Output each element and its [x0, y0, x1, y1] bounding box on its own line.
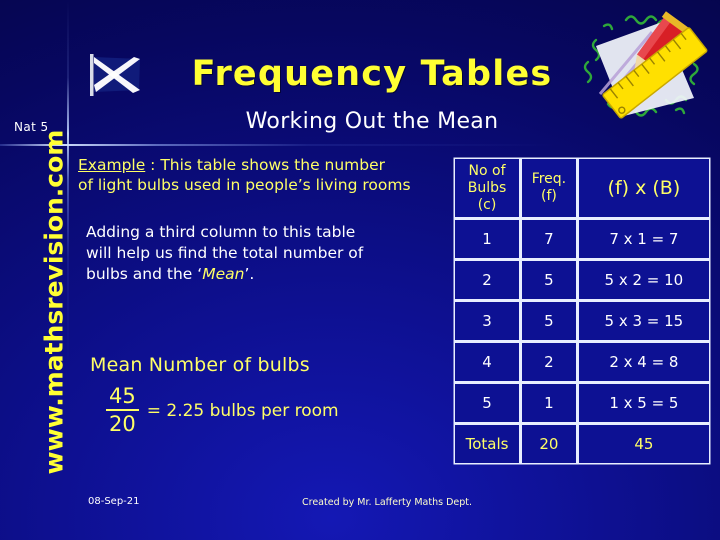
note-line3-after: ’.: [244, 265, 255, 283]
footer-credit: Created by Mr. Lafferty Maths Dept.: [302, 497, 473, 508]
cell-product: 1 x 5 = 5: [578, 384, 709, 422]
example-line2: of light bulbs used in people’s living r…: [78, 176, 411, 194]
slide-canvas: Nat 5 Frequency Tables Working Out the M…: [0, 0, 720, 540]
frequency-table: No of Bulbs (c) Freq. (f) (f) x (B) 1 7 …: [452, 156, 712, 466]
example-line1: This table shows the number: [160, 156, 386, 174]
site-watermark: www.mathsrevision.com: [39, 129, 69, 475]
header-bulbs-line1: No of: [468, 162, 506, 179]
note-text: Adding a third column to this table will…: [86, 222, 446, 285]
example-separator: :: [145, 156, 161, 174]
table-row: 4 2 2 x 4 = 8: [455, 343, 709, 381]
table-row: 3 5 5 x 3 = 15: [455, 302, 709, 340]
cell-bulbs: 3: [455, 302, 520, 340]
fraction-bar: [106, 409, 139, 411]
cell-freq: 2: [522, 343, 576, 381]
cell-freq: 5: [522, 261, 576, 299]
totals-freq: 20: [522, 425, 576, 463]
page-title: Frequency Tables: [191, 54, 553, 94]
totals-label: Totals: [455, 425, 520, 463]
header-freq-line1: Freq.: [531, 171, 567, 187]
example-label: Example: [78, 156, 146, 174]
header-cell-product: (f) x (B): [578, 159, 709, 217]
note-line3-before: bulbs and the ‘: [86, 265, 203, 283]
cell-freq: 1: [522, 384, 576, 422]
cell-bulbs: 5: [455, 384, 520, 422]
header-bulbs-line2: Bulbs: [467, 179, 507, 196]
page-subtitle: Working Out the Mean: [245, 109, 499, 134]
totals-product: 45: [578, 425, 709, 463]
fraction-numerator: 45: [109, 384, 136, 408]
cell-bulbs: 4: [455, 343, 520, 381]
note-mean-highlight: Mean: [202, 265, 245, 283]
mean-fraction: 45 20: [106, 386, 139, 435]
cell-product: 5 x 3 = 15: [578, 302, 709, 340]
cell-freq: 7: [522, 220, 576, 258]
example-text: Example : This table shows the number of…: [78, 155, 438, 195]
table-row: 1 7 7 x 1 = 7: [455, 220, 709, 258]
table-totals-row: Totals 20 45: [455, 425, 709, 463]
cell-product: 7 x 1 = 7: [578, 220, 709, 258]
header-bulbs-line3: (c): [477, 196, 497, 213]
cell-product: 5 x 2 = 10: [578, 261, 709, 299]
cell-bulbs: 1: [455, 220, 520, 258]
footer-date: 08-Sep-21: [88, 496, 140, 507]
table-row: 5 1 1 x 5 = 5: [455, 384, 709, 422]
mean-heading: Mean Number of bulbs: [90, 354, 310, 376]
scotland-saltire-flag-icon: [90, 54, 140, 96]
mean-result: = 2.25 bulbs per room: [146, 400, 339, 421]
cell-freq: 5: [522, 302, 576, 340]
table-header-row: No of Bulbs (c) Freq. (f) (f) x (B): [455, 159, 709, 217]
header-cell-freq: Freq. (f): [522, 159, 576, 217]
mean-calculation: 45 20 = 2.25 bulbs per room: [106, 386, 339, 435]
fraction-denominator: 20: [109, 412, 136, 436]
horizontal-divider-line: [0, 144, 560, 146]
note-line1: Adding a third column to this table: [86, 223, 356, 241]
header-freq-line2: (f): [540, 188, 557, 204]
note-line2: will help us find the total number of: [86, 244, 364, 262]
pencil-and-ruler-icon: [583, 11, 708, 119]
cell-product: 2 x 4 = 8: [578, 343, 709, 381]
header-cell-bulbs: No of Bulbs (c): [455, 159, 520, 217]
cell-bulbs: 2: [455, 261, 520, 299]
table-row: 2 5 5 x 2 = 10: [455, 261, 709, 299]
